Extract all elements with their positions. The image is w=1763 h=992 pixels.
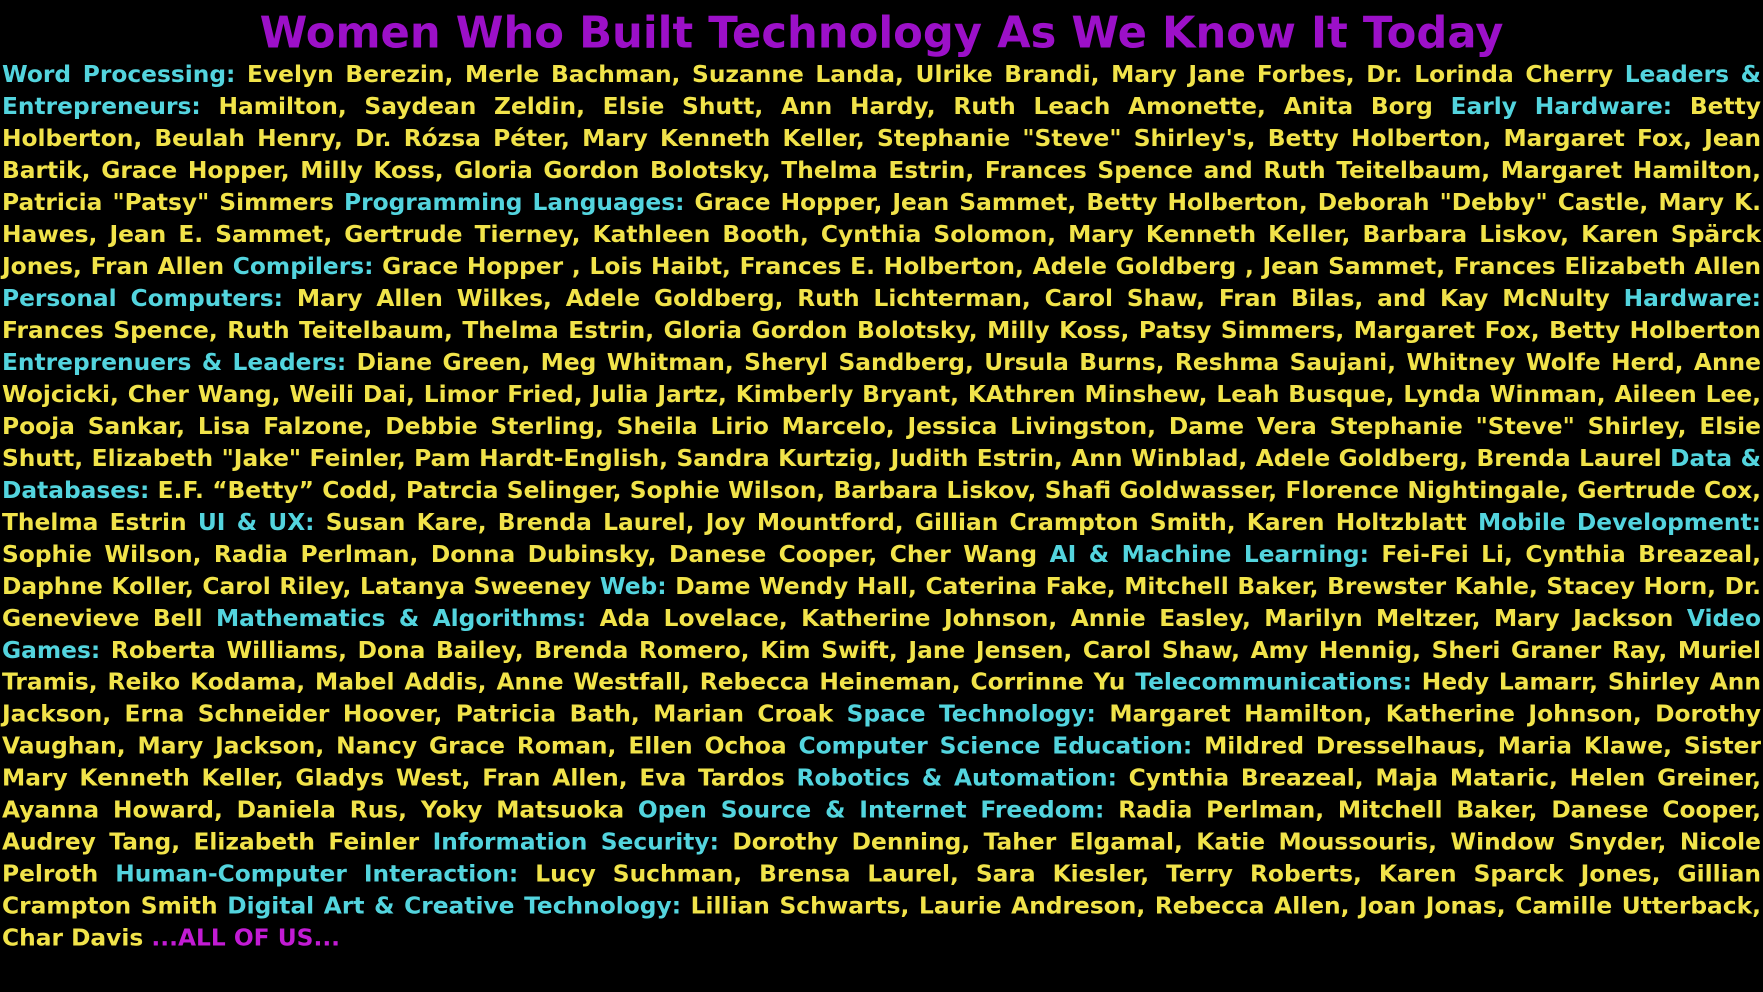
category-word-processing: Word Processing: bbox=[2, 60, 236, 88]
names-mobile-development: Sophie Wilson, Radia Perlman, Donna Dubi… bbox=[2, 540, 1038, 568]
names-ui-ux: Susan Kare, Brenda Laurel, Joy Mountford… bbox=[325, 508, 1467, 536]
category-robotics-automation: Robotics & Automation: bbox=[796, 764, 1117, 792]
category-digital-art: Digital Art & Creative Technology: bbox=[227, 891, 682, 920]
category-space-technology: Space Technology: bbox=[846, 700, 1096, 728]
category-mobile-development: Mobile Development: bbox=[1477, 508, 1761, 536]
category-compilers: Compilers: bbox=[232, 252, 374, 280]
poster-title: Women Who Built Technology As We Know It… bbox=[259, 6, 1504, 58]
poster: Women Who Built Technology As We Know It… bbox=[0, 0, 1763, 992]
names-leaders-entrepreneurs: Hamilton, Saydean Zeldin, Elsie Shutt, A… bbox=[218, 92, 1433, 120]
category-entrepreneurs-leaders: Entreprenuers & Leaders: bbox=[2, 348, 347, 376]
category-hardware: Hardware: bbox=[1623, 284, 1761, 312]
category-telecommunications: Telecommunications: bbox=[1135, 668, 1412, 696]
category-hci: Human-Computer Interaction: bbox=[115, 859, 519, 888]
names-compilers: Grace Hopper , Lois Haibt, Frances E. Ho… bbox=[382, 252, 1761, 280]
category-programming-languages: Programming Languages: bbox=[343, 188, 685, 216]
names-hardware: Frances Spence, Ruth Teitelbaum, Thelma … bbox=[2, 316, 1761, 344]
poster-content: Women Who Built Technology As We Know It… bbox=[2, 6, 1761, 954]
category-personal-computers: Personal Computers: bbox=[2, 284, 283, 312]
category-list: Word Processing: Evelyn Berezin, Merle B… bbox=[2, 59, 1761, 954]
category-early-hardware: Early Hardware: bbox=[1450, 92, 1673, 120]
category-ui-ux: UI & UX: bbox=[197, 508, 315, 536]
category-web: Web: bbox=[599, 572, 667, 600]
names-word-processing: Evelyn Berezin, Merle Bachman, Suzanne L… bbox=[247, 60, 1614, 88]
category-mathematics-algorithms: Mathematics & Algorithms: bbox=[215, 604, 587, 632]
category-cs-education: Computer Science Education: bbox=[798, 732, 1193, 760]
category-information-security: Information Security: bbox=[432, 827, 719, 856]
category-open-source: Open Source & Internet Freedom: bbox=[637, 796, 1105, 824]
names-personal-computers: Mary Allen Wilkes, Adele Goldberg, Ruth … bbox=[296, 284, 1610, 312]
poster-board: Women Who Built Technology As We Know It… bbox=[0, 0, 1763, 992]
closing-text: ...ALL OF US... bbox=[151, 923, 341, 952]
category-ai-machine-learning: AI & Machine Learning: bbox=[1049, 540, 1369, 568]
names-mathematics-algorithms: Ada Lovelace, Katherine Johnson, Annie E… bbox=[599, 604, 1674, 632]
